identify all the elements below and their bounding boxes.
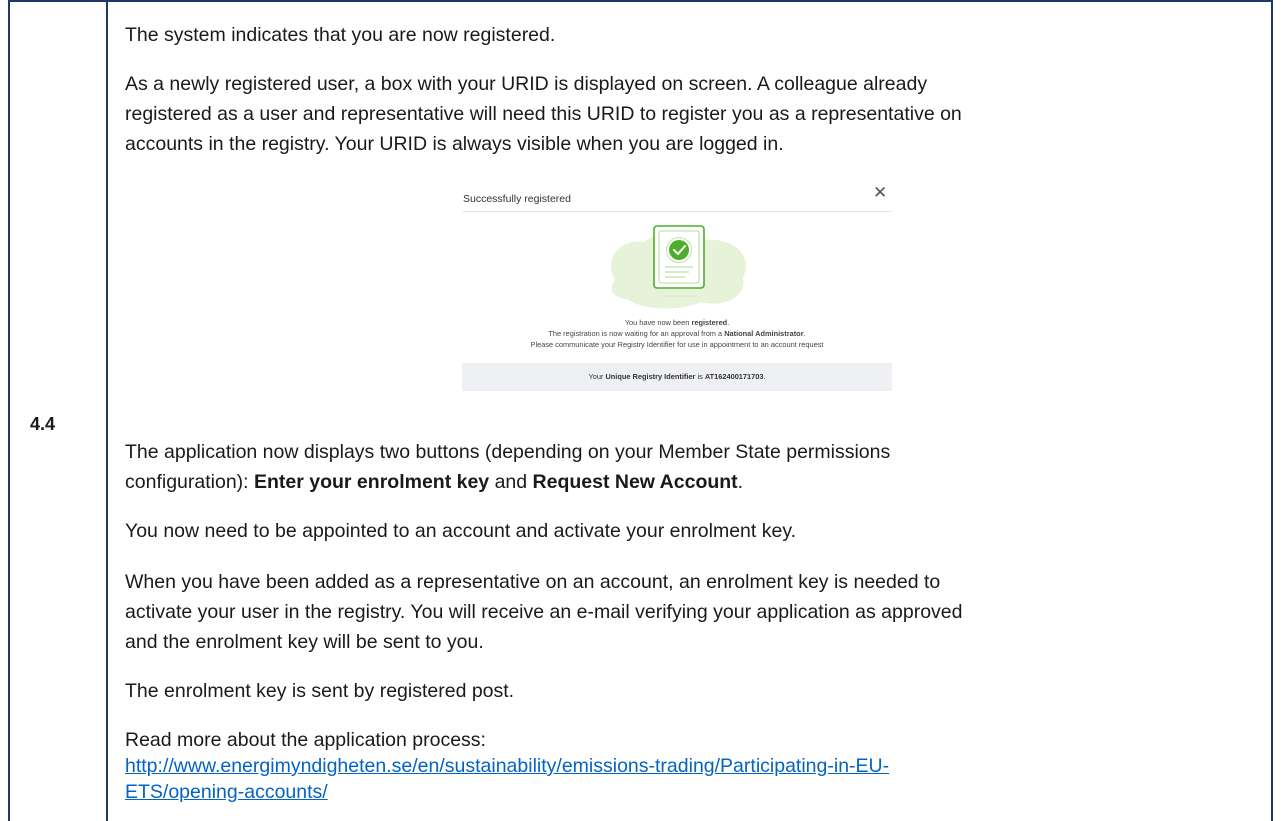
paragraph-urid-line2: registered as a user and representative …	[125, 103, 962, 125]
info-link-continued[interactable]: ETS/opening-accounts/	[125, 781, 328, 803]
request-new-account-button-ref: Request New Account	[532, 471, 738, 493]
document-check-icon	[610, 225, 746, 309]
dialog-communicate-line: Please communicate your Registry Identif…	[530, 340, 824, 349]
paragraph-enrolment-line3: and the enrolment key will be sent to yo…	[125, 631, 484, 653]
urid-text: Your Unique Registry Identifier is AT162…	[588, 372, 766, 381]
paragraph-registered: The system indicates that you are now re…	[125, 24, 556, 46]
close-icon[interactable]: ✕	[873, 183, 887, 203]
paragraph-enrolment-line2: activate your user in the registry. You …	[125, 601, 963, 623]
dialog-approval-line: The registration is now waiting for an a…	[548, 329, 806, 338]
registered-dialog: Successfully registered ✕ You have now b…	[462, 180, 892, 392]
paragraph-enrolment-line1: When you have been added as a representa…	[125, 571, 941, 593]
paragraph-post: The enrolment key is sent by registered …	[125, 680, 515, 702]
urid-value: AT162400171703	[704, 372, 764, 381]
step-number: 4.4	[30, 414, 56, 434]
urid-banner: Your Unique Registry Identifier is AT162…	[462, 363, 892, 391]
paragraph-buttons-line1: The application now displays two buttons…	[125, 441, 891, 463]
paragraph-appointed: You now need to be appointed to an accou…	[125, 520, 797, 542]
paragraph-urid-line3: accounts in the registry. Your URID is a…	[125, 133, 784, 155]
column-divider	[106, 0, 108, 821]
paragraph-urid-line1: As a newly registered user, a box with y…	[125, 73, 928, 95]
dialog-title: Successfully registered	[463, 193, 571, 205]
dialog-divider	[462, 211, 892, 212]
enrolment-key-button-ref: Enter your enrolment key	[254, 471, 490, 493]
paragraph-buttons-line2: configuration): Enter your enrolment key…	[125, 471, 744, 493]
info-link[interactable]: http://www.energimyndigheten.se/en/susta…	[125, 755, 889, 777]
dialog-registered-line: You have now been registered.	[624, 318, 730, 327]
